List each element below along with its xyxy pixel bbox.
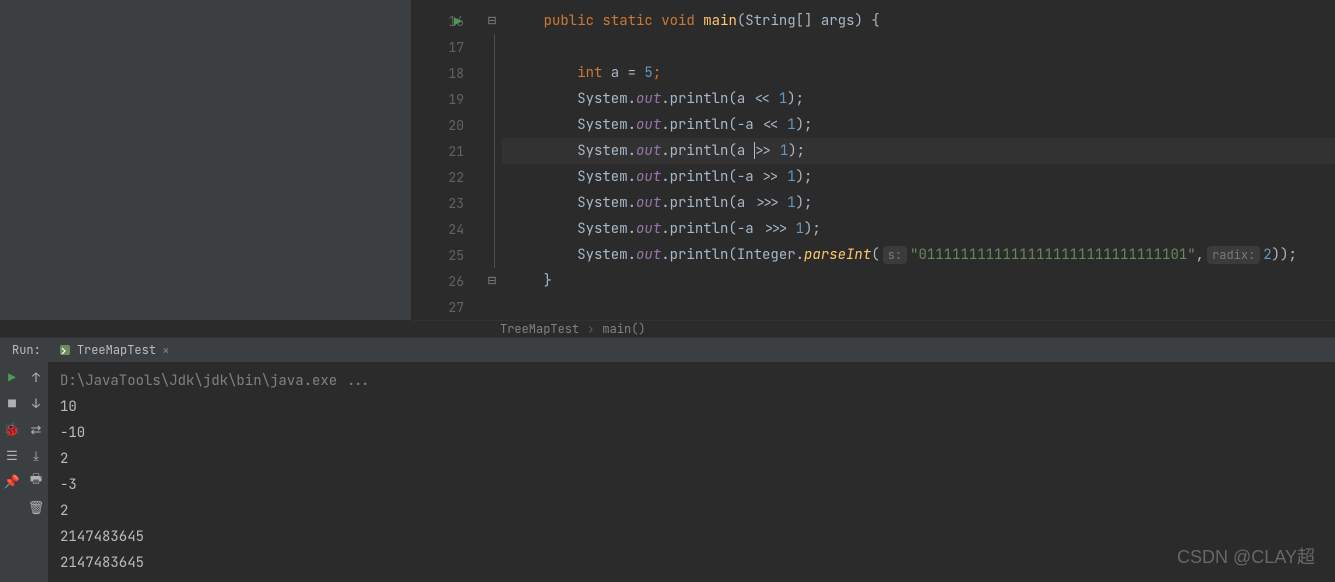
- layout-icon[interactable]: ☰: [3, 446, 21, 464]
- code-line-24: System.out.println(-a >>> 1);: [502, 216, 1335, 242]
- run-body: ▶ ■ 🐞 ☰ 📌 ↑ ↓ ⇄ ⤓ 🖶 🗑 D:\JavaTools\Jdk\j…: [0, 362, 1335, 582]
- code-line-21: System.out.println(a >> 1);: [502, 138, 1335, 164]
- run-tabs: Run: TreeMapTest ×: [0, 338, 1335, 362]
- code-line-20: System.out.println(-a << 1);: [502, 112, 1335, 138]
- wrap-icon[interactable]: ⇄: [27, 420, 45, 438]
- console-line: -3: [60, 472, 1323, 498]
- breadcrumb: TreeMapTest › main(): [412, 320, 1335, 337]
- watermark: CSDN @CLAY超: [1177, 543, 1315, 569]
- console-line: 2147483645: [60, 550, 1323, 576]
- app-root: 16 ▶ 17 18 19 20 21 22 23 24 25 26 27 ⊟: [0, 0, 1335, 581]
- run-panel: Run: TreeMapTest × ▶ ■ 🐞 ☰ 📌 ↑ ↓ ⇄ ⤓ 🖶: [0, 337, 1335, 582]
- stop-icon[interactable]: ■: [3, 394, 21, 412]
- line-number: 27: [448, 299, 464, 316]
- code-line-25: System.out.println(Integer.parseInt(s:"0…: [502, 242, 1335, 268]
- parameter-hint: s:: [883, 246, 907, 264]
- gutter: 16 ▶ 17 18 19 20 21 22 23 24 25 26 27: [412, 0, 482, 320]
- print-icon[interactable]: 🖶: [27, 472, 45, 490]
- code-line-26: }: [502, 268, 1335, 294]
- code-area[interactable]: public static void main(String[] args) {…: [502, 0, 1335, 320]
- pin-icon[interactable]: 📌: [3, 472, 21, 490]
- console-line: -10: [60, 420, 1323, 446]
- rerun-icon[interactable]: ▶: [3, 368, 21, 386]
- fold-handle[interactable]: ⊟: [482, 8, 502, 34]
- java-app-icon: [59, 344, 71, 356]
- code-line-16: public static void main(String[] args) {: [502, 8, 1335, 34]
- line-number: 25: [448, 247, 464, 264]
- debug-icon[interactable]: 🐞: [3, 420, 21, 438]
- line-number: 24: [448, 221, 464, 238]
- console-output[interactable]: D:\JavaTools\Jdk\jdk\bin\java.exe ... 10…: [48, 362, 1335, 582]
- console-line: 2: [60, 498, 1323, 524]
- code-line-27: [502, 294, 1335, 320]
- console-line: 2: [60, 446, 1323, 472]
- fold-handle[interactable]: ⊟: [482, 268, 502, 294]
- code-line-17: [502, 34, 1335, 60]
- run-left-toolbar: ▶ ■ 🐞 ☰ 📌: [0, 362, 24, 582]
- scroll-to-end-icon[interactable]: ⤓: [27, 446, 45, 464]
- line-number: 20: [448, 117, 464, 134]
- up-icon[interactable]: ↑: [27, 368, 45, 386]
- code-line-22: System.out.println(-a >> 1);: [502, 164, 1335, 190]
- down-icon[interactable]: ↓: [27, 394, 45, 412]
- run-gutter-icon[interactable]: ▶: [454, 13, 462, 30]
- breadcrumb-item[interactable]: main(): [594, 321, 653, 337]
- code-line-18: int a = 5;: [502, 60, 1335, 86]
- editor-row: 16 ▶ 17 18 19 20 21 22 23 24 25 26 27 ⊟: [0, 0, 1335, 320]
- run-tab-label: TreeMapTest: [77, 342, 156, 358]
- line-number: 21: [448, 143, 464, 160]
- line-number: 23: [448, 195, 464, 212]
- fold-column: ⊟ ⊟: [482, 0, 502, 320]
- line-number: 22: [448, 169, 464, 186]
- line-number: 18: [448, 65, 464, 82]
- line-number: 17: [448, 39, 464, 56]
- breadcrumb-separator: ›: [587, 321, 594, 337]
- trash-icon[interactable]: 🗑: [27, 498, 45, 516]
- code-editor[interactable]: 16 ▶ 17 18 19 20 21 22 23 24 25 26 27 ⊟: [412, 0, 1335, 320]
- line-number: 19: [448, 91, 464, 108]
- parameter-hint: radix:: [1207, 246, 1260, 264]
- run-label: Run:: [0, 342, 53, 358]
- code-line-19: System.out.println(a << 1);: [502, 86, 1335, 112]
- run-second-toolbar: ↑ ↓ ⇄ ⤓ 🖶 🗑: [24, 362, 48, 582]
- console-line: 10: [60, 394, 1323, 420]
- line-number: 26: [448, 273, 464, 290]
- breadcrumb-item[interactable]: TreeMapTest: [492, 321, 587, 337]
- code-line-23: System.out.println(a >>> 1);: [502, 190, 1335, 216]
- project-panel[interactable]: [0, 0, 412, 320]
- console-line: 2147483645: [60, 524, 1323, 550]
- console-command: D:\JavaTools\Jdk\jdk\bin\java.exe ...: [60, 368, 1323, 394]
- close-icon[interactable]: ×: [162, 342, 170, 359]
- run-tab[interactable]: TreeMapTest ×: [53, 338, 176, 362]
